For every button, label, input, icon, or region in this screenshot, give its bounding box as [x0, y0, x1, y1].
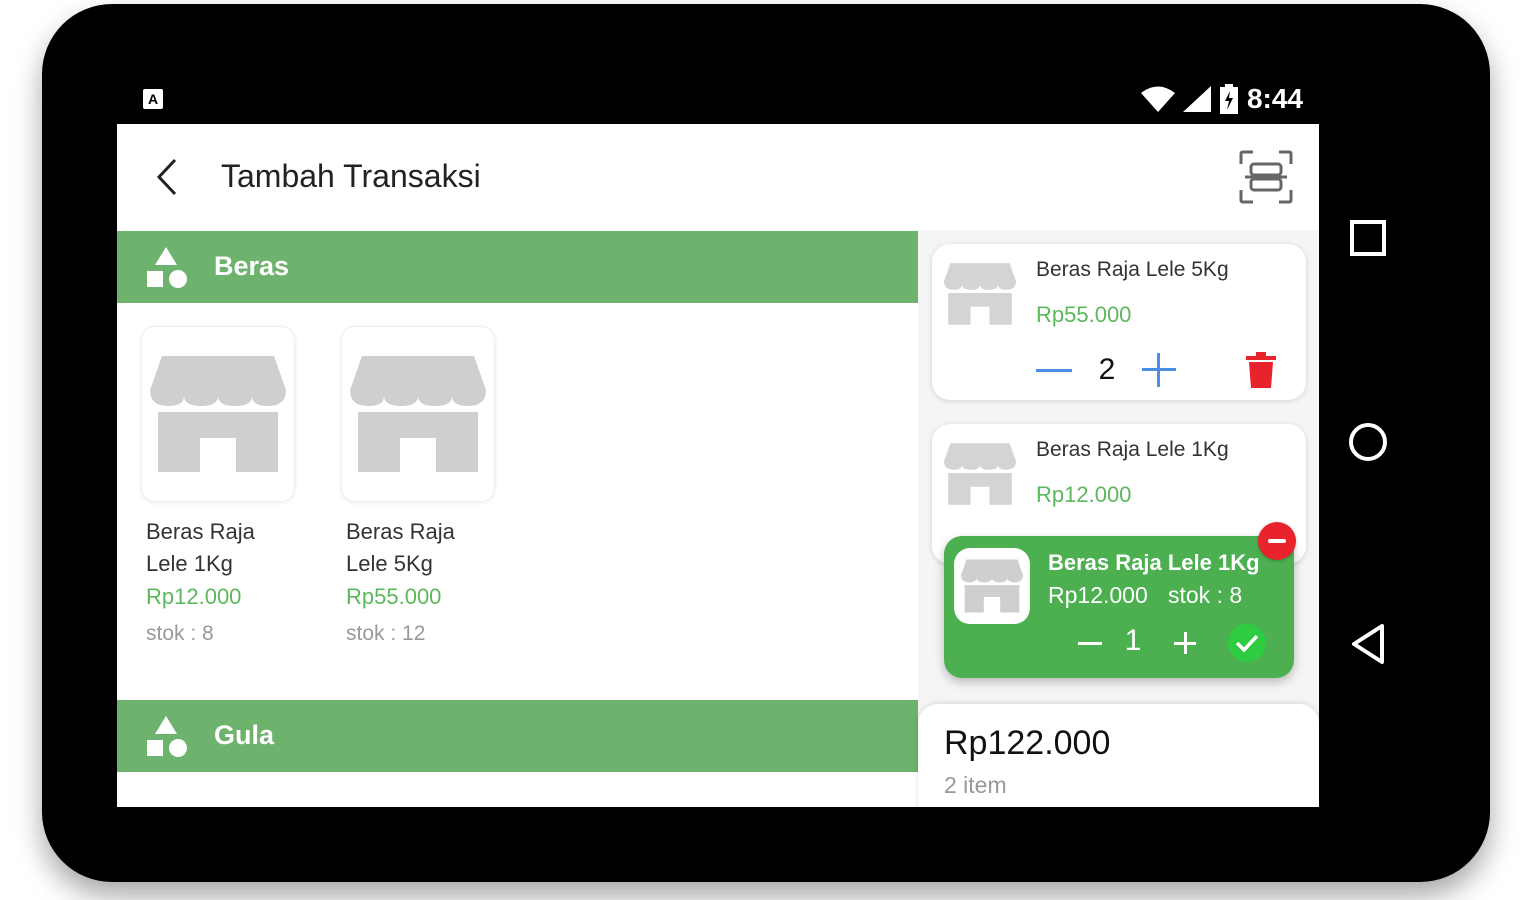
popup-quantity-value: 1: [1124, 624, 1142, 657]
category-shapes-icon: [147, 247, 187, 288]
status-bar: A 8:44: [117, 74, 1319, 124]
check-icon[interactable]: [1228, 624, 1266, 662]
notification-icon: A: [143, 89, 163, 109]
product-price: Rp12.000: [146, 584, 242, 609]
product-image: [341, 326, 495, 502]
category-shapes-icon: [147, 716, 187, 757]
status-time: 8:44: [1246, 83, 1303, 114]
total-amount: Rp122.000: [944, 724, 1111, 762]
barcode-scan-icon[interactable]: [1239, 150, 1293, 204]
back-nav-icon[interactable]: [1344, 620, 1392, 668]
product-price: Rp55.000: [346, 584, 442, 609]
app-bar: Tambah Transaksi: [117, 124, 1319, 230]
popup-item-stock: stok : 8: [1168, 582, 1243, 608]
quantity-value: 2: [1098, 353, 1116, 386]
category-header-gula[interactable]: Gula: [117, 700, 918, 772]
cart-panel: Beras Raja Lele 5Kg Rp55.000 2 Beras Raj…: [918, 230, 1319, 807]
cart-item-price: Rp55.000: [1036, 302, 1132, 327]
cart-item-price: Rp12.000: [1036, 482, 1132, 507]
category-label: Gula: [214, 720, 275, 750]
signal-icon: [1182, 86, 1211, 112]
status-right: 8:44: [1140, 82, 1303, 116]
recents-icon[interactable]: [1344, 214, 1392, 262]
remove-icon[interactable]: [1258, 522, 1296, 560]
store-icon: [150, 356, 286, 472]
store-icon: [944, 263, 1016, 325]
cart-item[interactable]: Beras Raja Lele 5Kg Rp55.000 2: [932, 244, 1306, 400]
product-stock: stok : 12: [346, 622, 426, 645]
product-card[interactable]: Beras Raja Lele 1Kg Rp12.000 stok : 8: [141, 326, 301, 654]
product-name: Beras Raja Lele 1Kg: [146, 519, 255, 576]
product-card[interactable]: Beras Raja Lele 5Kg Rp55.000 stok : 12: [341, 326, 501, 654]
wifi-icon: [1140, 86, 1175, 112]
add-item-popup[interactable]: Beras Raja Lele 1Kg Rp12.000 stok : 8 1: [944, 536, 1294, 678]
product-stock: stok : 8: [146, 622, 214, 645]
decrease-button[interactable]: [1036, 368, 1072, 372]
cart-total[interactable]: Rp122.000 2 item: [918, 704, 1319, 807]
store-icon: [961, 559, 1023, 613]
popup-item-price: Rp12.000: [1048, 582, 1148, 608]
product-list: Beras Beras Raja Lele 1Kg Rp12.000 stok :…: [117, 230, 918, 807]
popup-item-name: Beras Raja Lele 1Kg: [1048, 550, 1260, 575]
battery-icon: [1219, 84, 1238, 114]
item-count: 2 item: [944, 772, 1007, 798]
category-header-beras[interactable]: Beras: [117, 231, 918, 303]
store-icon: [944, 443, 1016, 505]
product-image: [141, 326, 295, 502]
popup-decrease-button[interactable]: [1078, 642, 1102, 645]
home-icon[interactable]: [1344, 418, 1392, 466]
page-title: Tambah Transaksi: [221, 158, 481, 194]
product-name: Beras Raja Lele 5Kg: [346, 519, 455, 576]
quantity-stepper: 2: [1036, 348, 1176, 392]
back-arrow-icon[interactable]: [147, 152, 187, 202]
increase-button[interactable]: [1142, 353, 1176, 387]
screen: A 8:44 Tambah Transaksi Beras Beras Raja…: [117, 74, 1319, 807]
popup-image: [954, 548, 1030, 624]
popup-increase-button[interactable]: [1174, 632, 1196, 654]
store-icon: [350, 356, 486, 472]
category-label: Beras: [214, 251, 290, 281]
cart-item-name: Beras Raja Lele 5Kg: [1036, 258, 1229, 281]
cart-item-name: Beras Raja Lele 1Kg: [1036, 438, 1229, 461]
trash-icon[interactable]: [1246, 352, 1276, 388]
